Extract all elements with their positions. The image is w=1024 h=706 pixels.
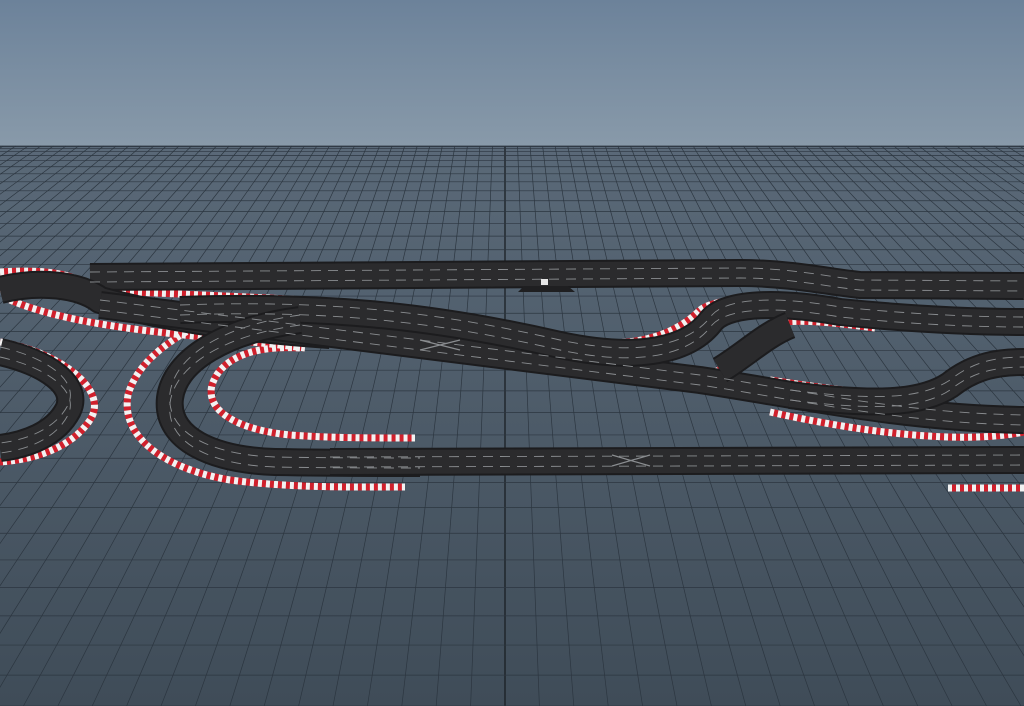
sky-background xyxy=(0,0,1024,160)
3d-viewport[interactable] xyxy=(0,0,1024,706)
scene-canvas[interactable] xyxy=(0,0,1024,706)
ground-plane xyxy=(0,146,1024,706)
track-front-straight xyxy=(329,448,1024,474)
